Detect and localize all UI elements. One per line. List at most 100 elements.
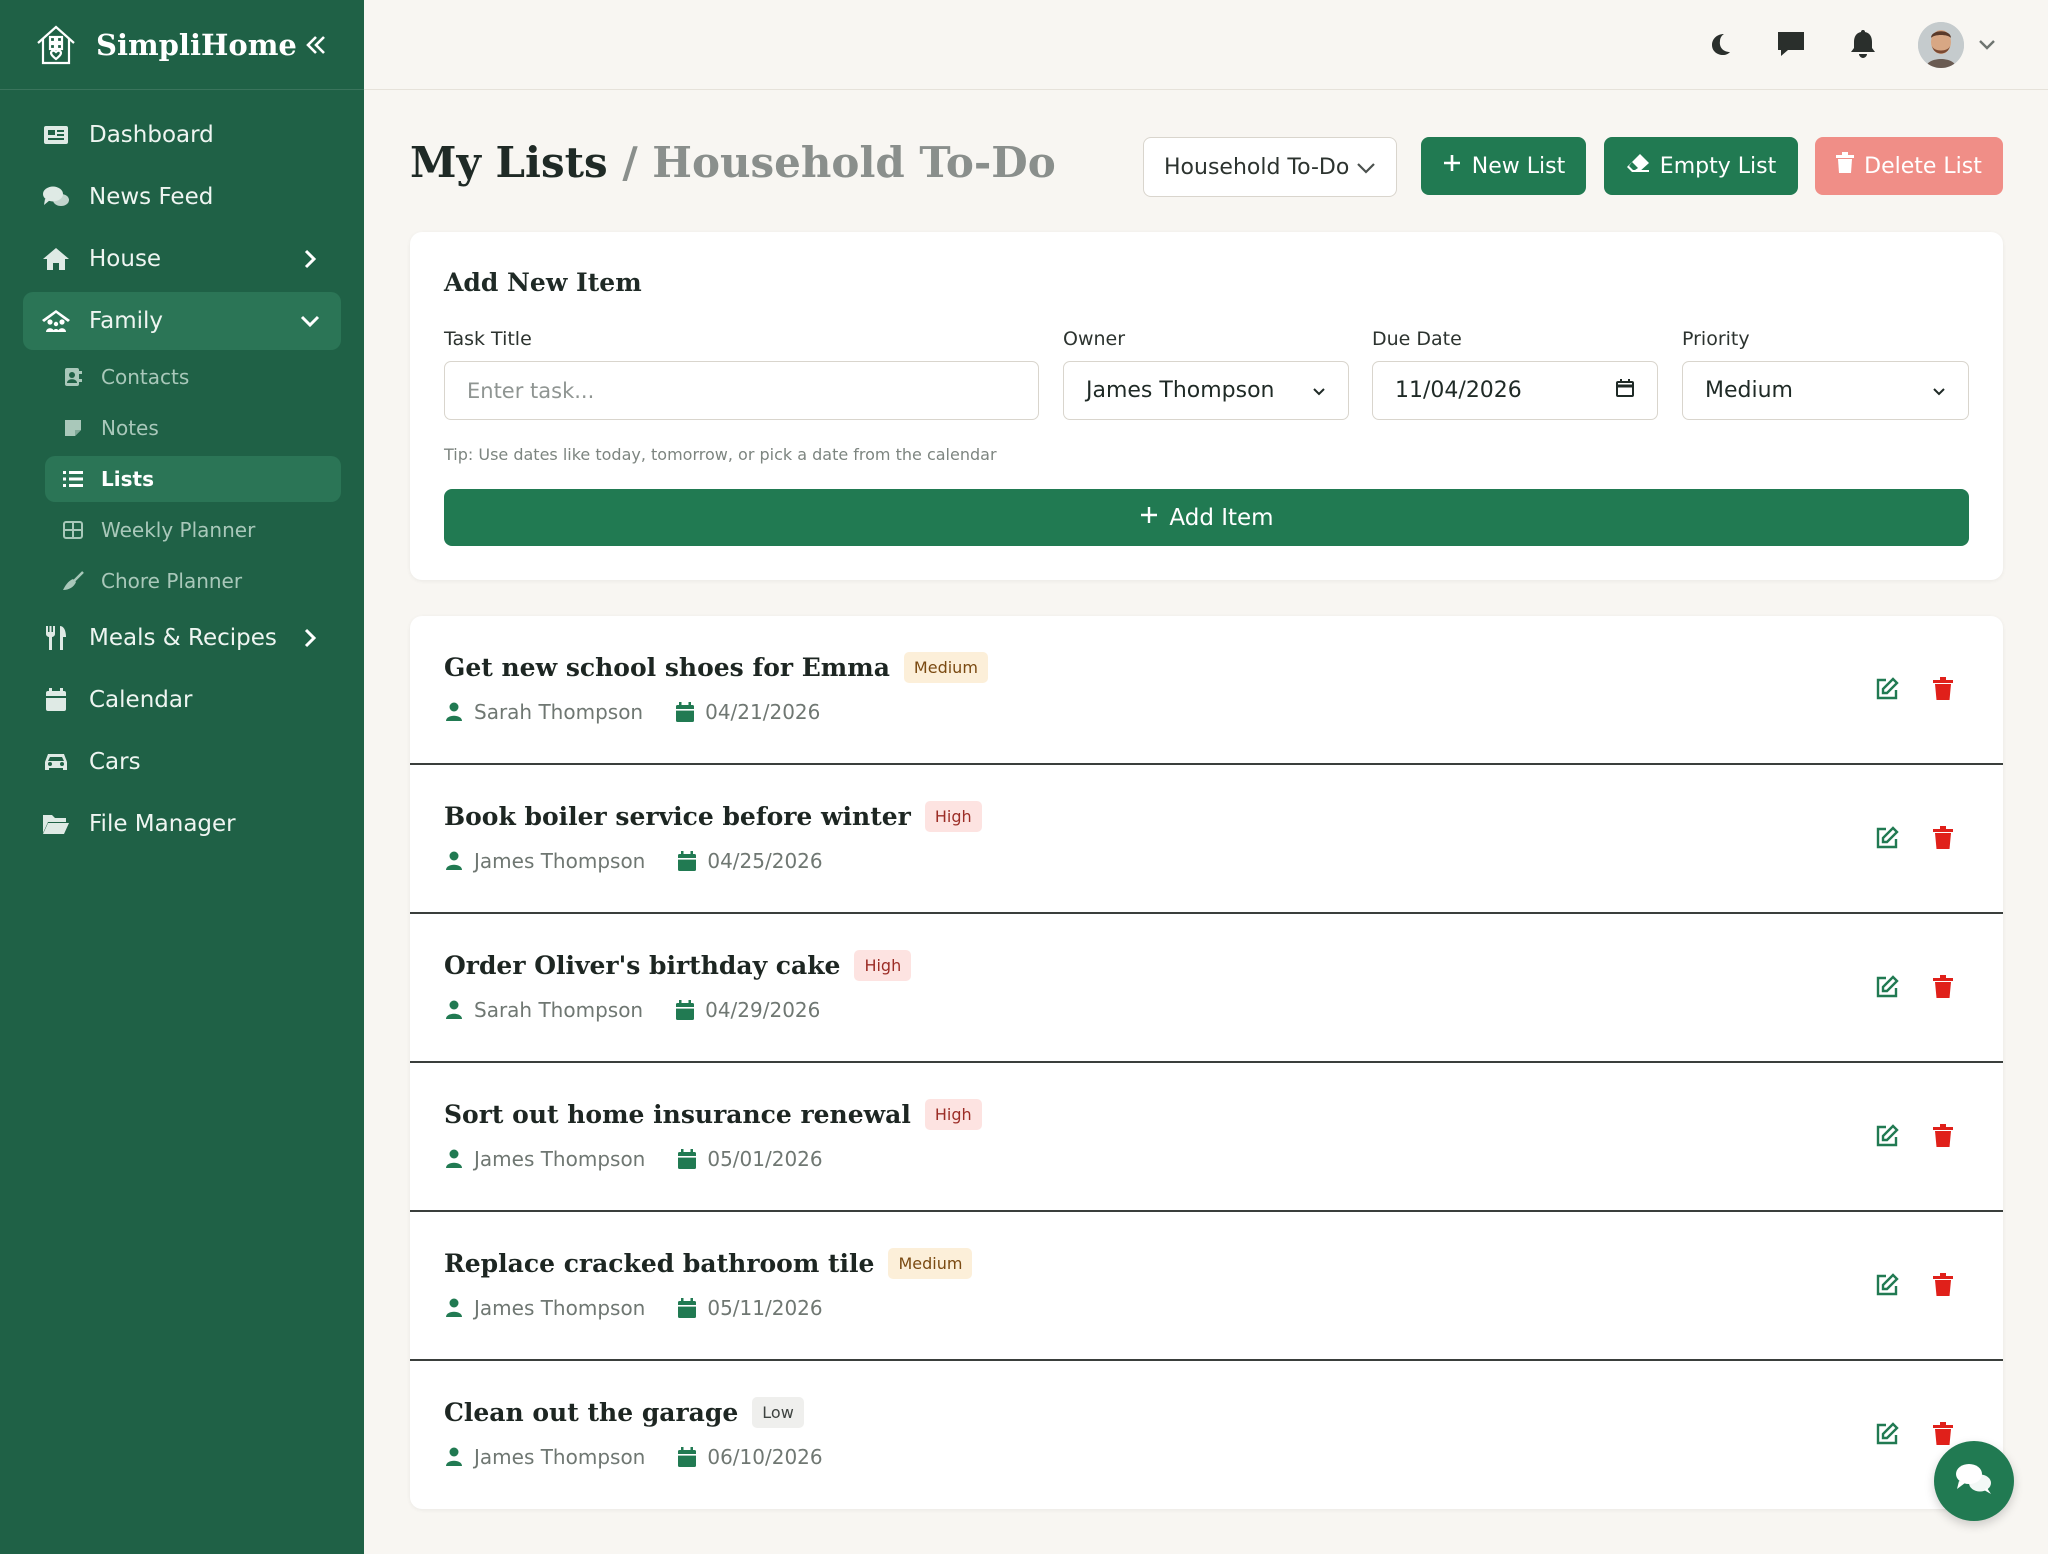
page-title: My Lists / Household To-Do bbox=[410, 138, 1056, 187]
sidebar-item-label: Cars bbox=[89, 749, 141, 775]
owner-value: James Thompson bbox=[1086, 378, 1275, 403]
edit-icon[interactable] bbox=[1872, 674, 1902, 704]
delete-list-label: Delete List bbox=[1864, 153, 1982, 179]
empty-list-button[interactable]: Empty List bbox=[1604, 137, 1798, 195]
owner-select[interactable]: James Thompson bbox=[1063, 361, 1349, 420]
sidebar-item-label: Meals & Recipes bbox=[89, 625, 277, 651]
chevron-right-icon bbox=[297, 625, 323, 651]
sidebar-subitem-weekly-planner[interactable]: Weekly Planner bbox=[45, 507, 341, 553]
page-title-main: My Lists bbox=[410, 138, 608, 187]
new-list-label: New List bbox=[1471, 153, 1566, 179]
task-due-date: 05/11/2026 bbox=[707, 1296, 823, 1320]
trash-icon[interactable] bbox=[1928, 674, 1958, 704]
folder-icon bbox=[41, 809, 71, 839]
sidebar-subitem-label: Chore Planner bbox=[101, 569, 243, 593]
task-title: Get new school shoes for Emma bbox=[444, 653, 890, 682]
list-select-value: Household To-Do bbox=[1164, 154, 1350, 180]
brand-bar: SimpliHome bbox=[0, 0, 364, 90]
add-item-button[interactable]: Add Item bbox=[444, 489, 1969, 546]
task-owner: James Thompson bbox=[474, 1445, 646, 1469]
edit-icon[interactable] bbox=[1872, 972, 1902, 1002]
plus-icon bbox=[1442, 153, 1462, 179]
due-date-value: 11/04/2026 bbox=[1395, 378, 1522, 403]
avatar[interactable] bbox=[1918, 22, 1964, 68]
priority-badge: Low bbox=[752, 1397, 804, 1428]
priority-select[interactable]: Medium bbox=[1682, 361, 1969, 420]
calendar-icon bbox=[41, 685, 71, 715]
empty-list-label: Empty List bbox=[1659, 153, 1777, 179]
task-due-date: 04/25/2026 bbox=[707, 849, 823, 873]
trash-icon[interactable] bbox=[1928, 972, 1958, 1002]
list-item: Sort out home insurance renewal High James… bbox=[410, 1063, 2003, 1212]
edit-icon[interactable] bbox=[1872, 823, 1902, 853]
sidebar-item-family[interactable]: Family bbox=[23, 292, 341, 350]
priority-badge: Medium bbox=[903, 652, 988, 683]
task-meta: James Thompson 06/10/2026 bbox=[444, 1445, 823, 1469]
task-title-field[interactable] bbox=[444, 361, 1039, 420]
edit-icon[interactable] bbox=[1872, 1419, 1902, 1449]
sidebar-subitem-notes[interactable]: Notes bbox=[45, 405, 341, 451]
chevron-down-icon bbox=[1312, 378, 1326, 403]
car-icon bbox=[41, 747, 71, 777]
calendar-picker-icon[interactable] bbox=[1615, 378, 1635, 404]
trash-icon[interactable] bbox=[1928, 823, 1958, 853]
calendar-icon bbox=[675, 702, 695, 722]
due-date-field[interactable]: 11/04/2026 bbox=[1372, 361, 1658, 420]
edit-icon[interactable] bbox=[1872, 1121, 1902, 1151]
sidebar-item-cars[interactable]: Cars bbox=[23, 733, 341, 791]
chevron-down-icon[interactable] bbox=[1974, 32, 2000, 58]
list-item: Clean out the garage Low James Thompson 06/… bbox=[410, 1361, 2003, 1509]
sidebar-subitem-chore-planner[interactable]: Chore Planner bbox=[45, 558, 341, 604]
trash-icon[interactable] bbox=[1928, 1419, 1958, 1449]
messages-icon[interactable] bbox=[1771, 24, 1811, 64]
sidebar-item-house[interactable]: House bbox=[23, 230, 341, 288]
edit-icon[interactable] bbox=[1872, 1270, 1902, 1300]
task-title-row: Clean out the garage Low bbox=[444, 1397, 804, 1428]
sidebar-item-calendar[interactable]: Calendar bbox=[23, 671, 341, 729]
task-title-row: Replace cracked bathroom tile Medium bbox=[444, 1248, 973, 1279]
sidebar-item-file-manager[interactable]: File Manager bbox=[23, 795, 341, 853]
calendar-icon bbox=[677, 851, 697, 871]
plus-icon bbox=[1139, 505, 1159, 531]
address-book-icon bbox=[62, 366, 84, 388]
chevron-right-icon bbox=[297, 246, 323, 272]
sidebar-item-dashboard[interactable]: Dashboard bbox=[23, 106, 341, 164]
trash-icon[interactable] bbox=[1928, 1270, 1958, 1300]
task-title-row: Get new school shoes for Emma Medium bbox=[444, 652, 988, 683]
sidebar-subitem-label: Lists bbox=[101, 467, 154, 491]
dark-mode-moon-icon[interactable] bbox=[1700, 24, 1740, 64]
breadcrumb-separator: / bbox=[622, 138, 638, 187]
task-title-row: Order Oliver's birthday cake High bbox=[444, 950, 912, 981]
sidebar-subitem-lists[interactable]: Lists bbox=[45, 456, 341, 502]
user-icon bbox=[444, 1447, 464, 1467]
task-title-row: Sort out home insurance renewal High bbox=[444, 1099, 982, 1130]
trash-icon[interactable] bbox=[1928, 1121, 1958, 1151]
user-icon bbox=[444, 1149, 464, 1169]
grid-icon bbox=[62, 519, 84, 541]
task-list: Get new school shoes for Emma Medium Sarah… bbox=[410, 616, 2003, 1509]
list-item: Book boiler service before winter High Jam… bbox=[410, 765, 2003, 914]
owner-label: Owner bbox=[1063, 328, 1126, 350]
notifications-bell-icon[interactable] bbox=[1843, 24, 1883, 64]
chevron-down-icon bbox=[297, 308, 323, 334]
sidebar-item-meals-recipes[interactable]: Meals & Recipes bbox=[23, 609, 341, 667]
task-meta: Sarah Thompson 04/29/2026 bbox=[444, 998, 820, 1022]
calendar-icon bbox=[677, 1447, 697, 1467]
sidebar-subitem-contacts[interactable]: Contacts bbox=[45, 354, 341, 400]
list-select[interactable]: Household To-Do bbox=[1143, 137, 1397, 197]
task-meta: James Thompson 05/01/2026 bbox=[444, 1147, 823, 1171]
chat-button[interactable] bbox=[1934, 1441, 2014, 1521]
sidebar-item-news-feed[interactable]: News Feed bbox=[23, 168, 341, 226]
collapse-sidebar-icon[interactable] bbox=[298, 27, 334, 63]
delete-list-button[interactable]: Delete List bbox=[1815, 137, 2003, 195]
new-list-button[interactable]: New List bbox=[1421, 137, 1586, 195]
priority-value: Medium bbox=[1705, 378, 1793, 403]
priority-label: Priority bbox=[1682, 328, 1750, 350]
task-title-input[interactable] bbox=[467, 378, 1016, 403]
calendar-icon bbox=[677, 1298, 697, 1318]
note-icon bbox=[62, 417, 84, 439]
sidebar-item-label: File Manager bbox=[89, 811, 236, 837]
task-owner: Sarah Thompson bbox=[474, 998, 644, 1022]
user-icon bbox=[444, 702, 464, 722]
task-title: Order Oliver's birthday cake bbox=[444, 951, 841, 980]
